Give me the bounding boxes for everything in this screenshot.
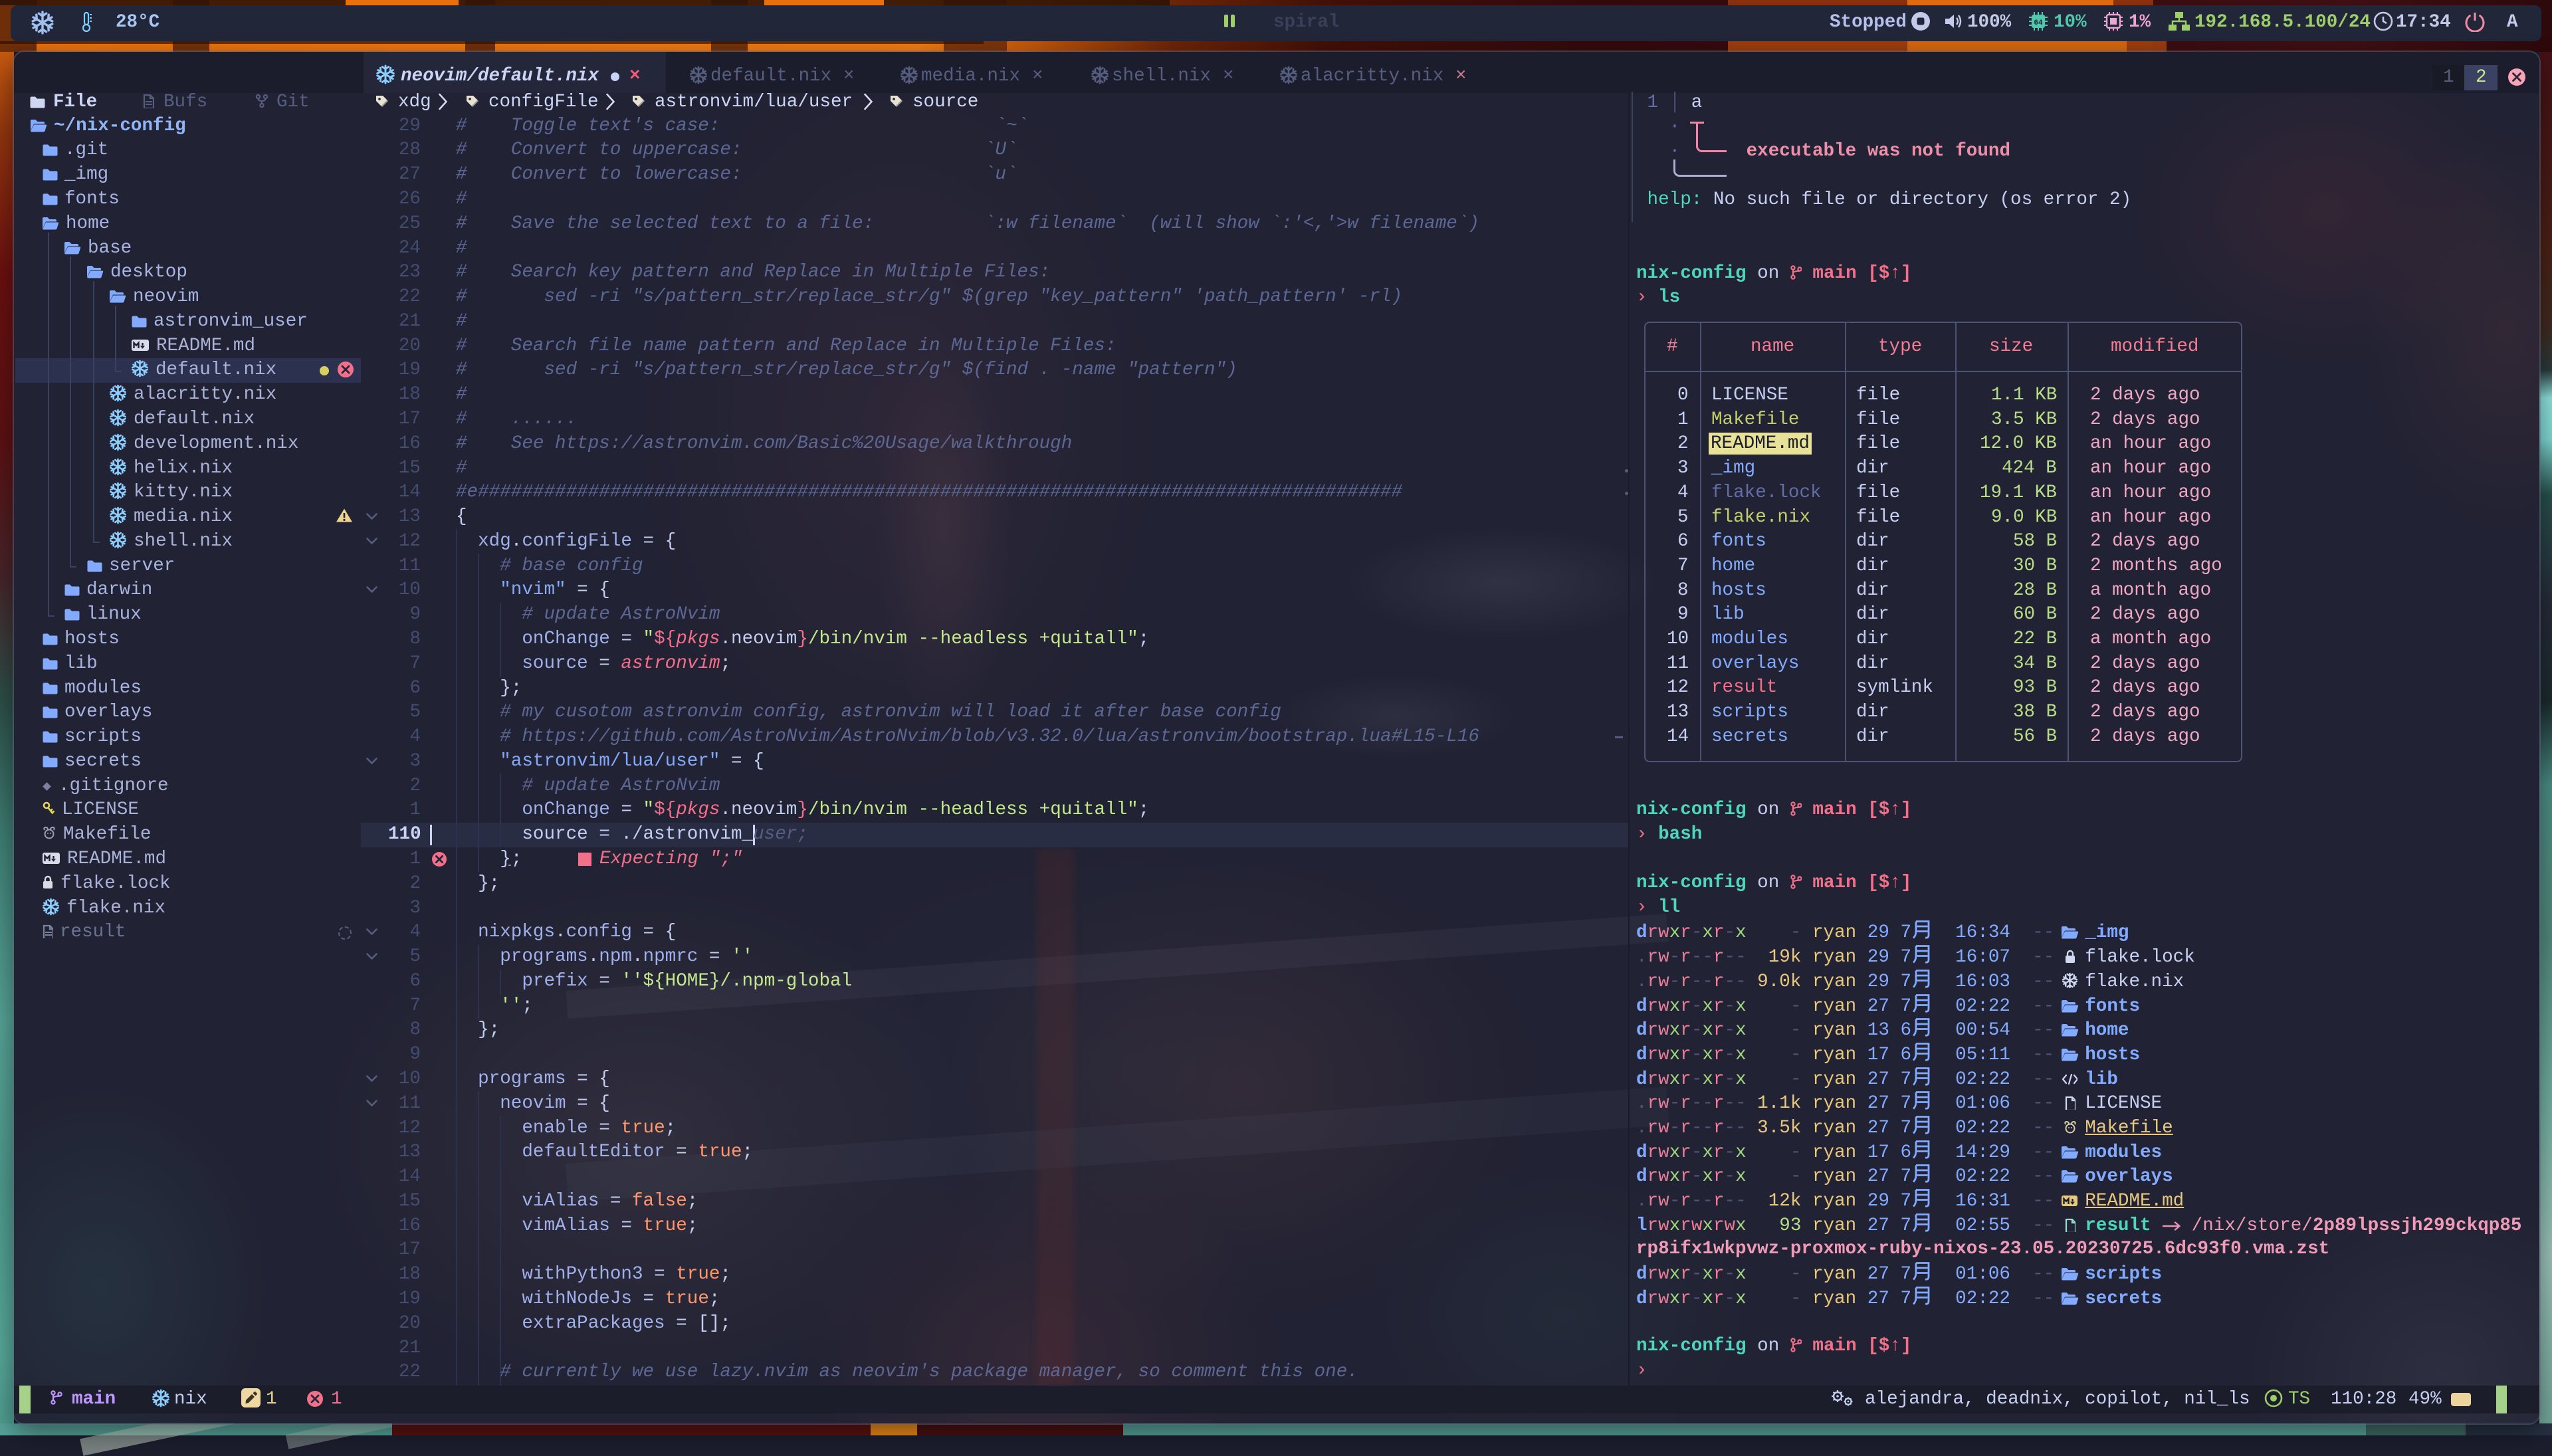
svg-text:64: 64 (2034, 19, 2043, 27)
